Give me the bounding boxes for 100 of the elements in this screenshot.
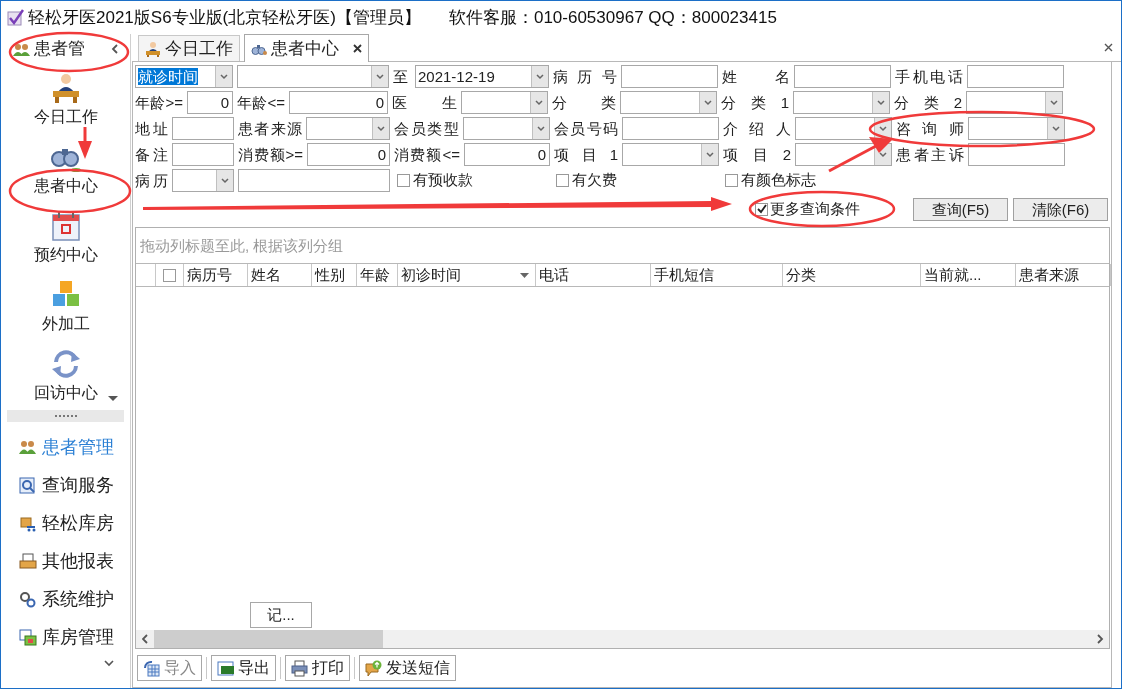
input-field[interactable] bbox=[172, 143, 234, 166]
chevron-down-icon bbox=[221, 177, 229, 184]
input-field[interactable] bbox=[968, 143, 1065, 166]
sidebar-item[interactable]: 今日工作 bbox=[33, 72, 98, 127]
input-field[interactable] bbox=[967, 65, 1064, 88]
toolbar-button[interactable]: 导出 bbox=[211, 655, 276, 681]
sidebar-group[interactable]: 库房管理 bbox=[19, 624, 130, 650]
dropdown-button[interactable] bbox=[530, 92, 547, 113]
column-header[interactable]: 初诊时间 bbox=[398, 264, 536, 286]
field-label: 消费额<= bbox=[394, 145, 460, 165]
query-button[interactable]: 清除(F6) bbox=[1013, 197, 1108, 221]
dropdown-button[interactable] bbox=[371, 66, 388, 87]
dropdown-button[interactable] bbox=[1045, 92, 1062, 113]
column-header[interactable]: 性别 bbox=[312, 264, 357, 286]
field-label: 备注 bbox=[135, 145, 168, 165]
checkbox-option[interactable]: 有预收款 bbox=[394, 169, 549, 192]
sidebar-item[interactable]: 外加工 bbox=[41, 279, 90, 334]
dropdown-field[interactable] bbox=[620, 91, 717, 114]
toolbar-button[interactable]: 打印 bbox=[285, 655, 350, 681]
dropdown-field[interactable] bbox=[966, 91, 1063, 114]
input-field[interactable] bbox=[621, 65, 718, 88]
dropdown-field[interactable] bbox=[172, 169, 234, 192]
dropdown-button[interactable] bbox=[699, 92, 716, 113]
number-field[interactable]: 0 bbox=[307, 143, 390, 166]
checkbox[interactable] bbox=[397, 174, 410, 187]
dropdown-button[interactable] bbox=[1047, 118, 1064, 139]
dropdown-field[interactable] bbox=[237, 65, 389, 88]
input-field[interactable] bbox=[172, 117, 234, 140]
query-button[interactable]: 查询(F5) bbox=[913, 197, 1008, 221]
dropdown-field[interactable]: 就诊时间 bbox=[135, 65, 233, 88]
dropdown-button[interactable] bbox=[372, 118, 389, 139]
tab[interactable]: 患者中心 bbox=[244, 34, 369, 62]
checkbox-option[interactable]: 有欠费 bbox=[553, 169, 718, 192]
chevron-down-icon bbox=[220, 73, 228, 80]
horizontal-scrollbar[interactable] bbox=[136, 630, 1109, 648]
column-header[interactable]: 年龄 bbox=[357, 264, 398, 286]
dropdown-field[interactable] bbox=[461, 91, 548, 114]
dropdown-field[interactable] bbox=[968, 117, 1065, 140]
checkbox-option[interactable]: 有颜色标志 bbox=[722, 169, 887, 192]
column-header[interactable]: 姓名 bbox=[248, 264, 312, 286]
chevron-down-icon bbox=[377, 125, 385, 132]
record-count-button[interactable]: 记... bbox=[250, 602, 312, 628]
chevron-down-icon bbox=[536, 73, 544, 80]
column-header[interactable]: 患者来源 bbox=[1016, 264, 1111, 286]
sidebar-group[interactable]: 其他报表 bbox=[19, 548, 130, 574]
dropdown-button[interactable] bbox=[532, 118, 549, 139]
tab[interactable]: 今日工作 bbox=[138, 35, 240, 61]
calendar-icon bbox=[49, 210, 82, 242]
chevron-down-icon bbox=[104, 660, 114, 667]
dropdown-button[interactable] bbox=[531, 66, 548, 87]
field-label: 病历 bbox=[135, 171, 168, 191]
column-header[interactable]: 病历号 bbox=[184, 264, 248, 286]
column-header[interactable]: 当前就... bbox=[921, 264, 1016, 286]
dropdown-field[interactable]: 2021-12-19 bbox=[415, 65, 549, 88]
column-header[interactable]: 电话 bbox=[536, 264, 651, 286]
input-field[interactable] bbox=[622, 117, 719, 140]
dropdown-button[interactable] bbox=[215, 66, 232, 87]
splitter-handle[interactable] bbox=[7, 410, 124, 422]
sidebar-group[interactable]: 患者管理 bbox=[19, 434, 130, 460]
speech-bubble-icon bbox=[365, 659, 382, 677]
dropdown-field[interactable] bbox=[793, 91, 890, 114]
checkbox[interactable] bbox=[725, 174, 738, 187]
dropdown-field[interactable] bbox=[306, 117, 390, 140]
input-field[interactable] bbox=[794, 65, 891, 88]
number-field[interactable]: 0 bbox=[289, 91, 388, 114]
checkbox[interactable] bbox=[556, 174, 569, 187]
sidebar-item[interactable]: 患者中心 bbox=[33, 141, 98, 196]
printer-report-icon bbox=[19, 552, 37, 570]
toolbar-button[interactable]: 发送短信 bbox=[359, 655, 456, 681]
dropdown-button[interactable] bbox=[872, 92, 889, 113]
field-label: 患者来源 bbox=[238, 119, 302, 139]
field-label: 患者主诉 bbox=[896, 145, 964, 165]
annotation-arrow bbox=[828, 137, 893, 173]
sidebar-item[interactable]: 预约中心 bbox=[33, 210, 98, 265]
sidebar-group[interactable]: 轻松库房 bbox=[19, 510, 130, 536]
scrollbar-thumb[interactable] bbox=[154, 630, 383, 648]
dropdown-button[interactable] bbox=[701, 144, 718, 165]
annotation-arrow bbox=[78, 127, 92, 159]
input-field[interactable] bbox=[238, 169, 390, 192]
support-contact: 软件客服：010-60530967 QQ：800023415 bbox=[448, 6, 777, 29]
field-label: 项目2 bbox=[723, 145, 791, 165]
sidebar-group[interactable]: 系统维护 bbox=[19, 586, 130, 612]
chevron-down-icon bbox=[537, 125, 545, 132]
number-field[interactable]: 0 bbox=[464, 143, 550, 166]
column-header[interactable]: 分类 bbox=[783, 264, 921, 286]
dropdown-field[interactable] bbox=[795, 117, 892, 140]
sidebar-group[interactable]: 查询服务 bbox=[19, 472, 130, 498]
field-label: 消费额>= bbox=[238, 145, 303, 165]
number-field[interactable]: 0 bbox=[187, 91, 233, 114]
dropdown-field[interactable] bbox=[463, 117, 550, 140]
checkbox[interactable] bbox=[755, 202, 768, 216]
checkbox[interactable] bbox=[163, 268, 176, 282]
field-label: 会员号码 bbox=[554, 119, 618, 139]
dropdown-button[interactable] bbox=[216, 170, 233, 191]
dropdown-field[interactable] bbox=[622, 143, 719, 166]
sidebar-item[interactable]: 回访中心 bbox=[33, 348, 98, 403]
dropdown-field[interactable] bbox=[795, 143, 892, 166]
column-header[interactable]: 手机短信 bbox=[651, 264, 783, 286]
field-label: 年龄<= bbox=[237, 93, 285, 113]
checkbox-option[interactable]: 更多查询条件 bbox=[755, 197, 860, 221]
